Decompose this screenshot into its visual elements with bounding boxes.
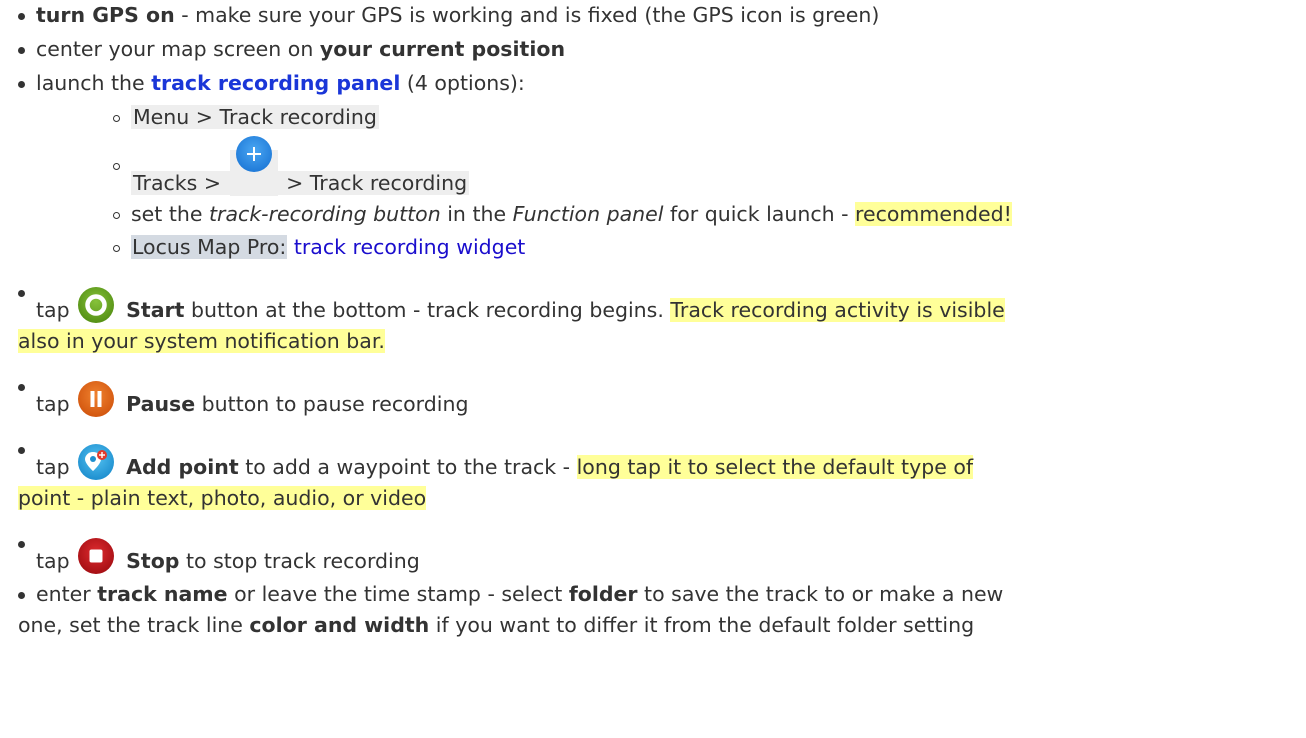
list-item-stop: tap Stop to stop track recording [18, 528, 1303, 577]
record-stop-icon[interactable] [76, 528, 116, 574]
enter-t4: one, set the track line [18, 613, 250, 637]
launch-post: (4 options): [400, 71, 525, 95]
list-item-enter: enter track name or leave the time stamp… [18, 579, 1303, 641]
start-tap: tap [36, 298, 77, 322]
gps-text: - make sure your GPS is working and is f… [174, 3, 880, 27]
addpoint-text: to add a waypoint to the track - [238, 455, 577, 479]
enter-b1: track name [97, 582, 228, 606]
record-start-icon[interactable] [76, 277, 116, 323]
list-item-center: center your map screen on your current p… [18, 34, 1303, 65]
sublist-item-menu: Menu > Track recording [113, 102, 1303, 133]
enter-b2: folder [568, 582, 638, 606]
addpoint-highlight-1: long tap it to select the default type o… [576, 455, 974, 479]
track-recording-panel-link[interactable]: track recording panel [151, 71, 400, 95]
sublist-item-tracks: Tracks > > Track recording [113, 136, 1303, 199]
list-item-launch: launch the track recording panel (4 opti… [18, 68, 1303, 263]
sublist-item-widget: Locus Map Pro: track recording widget [113, 232, 1303, 263]
launch-options-list: Menu > Track recording Tracks > > Track … [36, 102, 1303, 263]
instruction-list: turn GPS on - make sure your GPS is work… [18, 0, 1303, 641]
tracks-path-post: > Track recording [277, 171, 470, 195]
list-item-addpoint: tap Add point to add a waypoint to the t… [18, 434, 1303, 514]
list-item-gps: turn GPS on - make sure your GPS is work… [18, 0, 1303, 31]
record-pause-icon[interactable] [76, 371, 116, 417]
launch-text: launch the [36, 71, 152, 95]
track-recording-widget-link[interactable]: track recording widget [294, 235, 526, 259]
start-highlight-1: Track recording activity is visible [670, 298, 1005, 322]
pause-text: button to pause recording [195, 392, 469, 416]
list-item-start: tap Start button at the bottom - track r… [18, 277, 1303, 357]
start-bold: Start [126, 298, 185, 322]
enter-t5: if you want to differ it from the defaul… [429, 613, 975, 637]
gps-bold: turn GPS on [36, 3, 175, 27]
tracks-path-pre: Tracks > [131, 171, 230, 195]
start-text: button at the bottom - track recording b… [184, 298, 671, 322]
set-italic-2: Function panel [512, 202, 664, 226]
stop-tap: tap [36, 549, 77, 573]
add-point-icon[interactable] [76, 434, 116, 480]
stop-bold: Stop [126, 549, 180, 573]
plus-circle-icon [229, 136, 278, 196]
addpoint-tap: tap [36, 455, 77, 479]
stop-text: to stop track recording [179, 549, 420, 573]
pause-tap: tap [36, 392, 77, 416]
set-post: for quick launch - [663, 202, 856, 226]
addpoint-highlight-2: point - plain text, photo, audio, or vid… [18, 486, 427, 510]
list-item-pause: tap Pause button to pause recording [18, 371, 1303, 420]
set-mid: in the [440, 202, 513, 226]
sublist-item-function-panel: set the track-recording button in the Fu… [113, 199, 1303, 230]
pro-label: Locus Map Pro: [131, 235, 288, 259]
recommended-highlight: recommended! [855, 202, 1012, 226]
menu-path: Menu > Track recording [131, 105, 379, 129]
enter-b3: color and width [249, 613, 430, 637]
start-highlight-2: also in your system notification bar. [18, 329, 385, 353]
enter-t2: or leave the time stamp - select [227, 582, 569, 606]
enter-t3: to save the track to or make a new [637, 582, 1004, 606]
enter-t1: enter [36, 582, 98, 606]
addpoint-bold: Add point [126, 455, 239, 479]
set-italic-1: track-recording button [209, 202, 441, 226]
center-text: center your map screen on [36, 37, 320, 61]
pause-bold: Pause [126, 392, 196, 416]
set-pre: set the [131, 202, 210, 226]
center-bold: your current position [319, 37, 566, 61]
